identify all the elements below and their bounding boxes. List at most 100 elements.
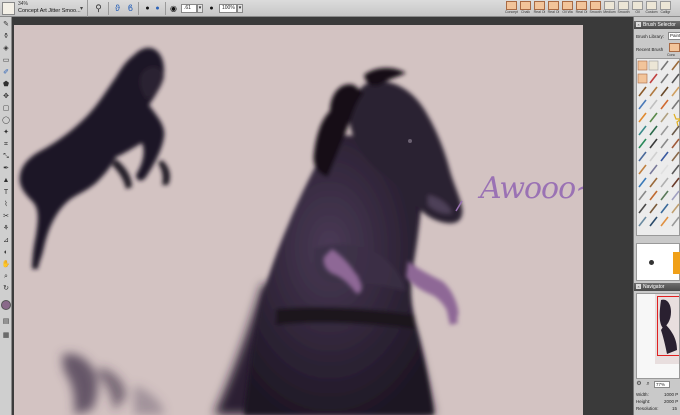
- navigator-preview[interactable]: [636, 293, 680, 379]
- recent-brush-item[interactable]: Oil Wa: [561, 1, 574, 16]
- brush-name-label: Concept Art Jitter Smoo...: [18, 8, 81, 14]
- brush-thumbnail: [520, 1, 531, 10]
- magnifier-icon[interactable]: ⌕: [1, 272, 11, 282]
- brush-thumbnail: [562, 1, 573, 10]
- brush-size-label: 34%: [18, 1, 29, 7]
- brush-ghost-icon[interactable]: ⚲: [92, 2, 105, 15]
- crop-tool-icon[interactable]: ⌗: [1, 140, 11, 150]
- recent-brush-label: Calligr: [660, 10, 671, 14]
- recent-brush-item[interactable]: Real Oi: [533, 1, 546, 16]
- text-tool-icon[interactable]: T: [1, 188, 11, 198]
- rotate-page-icon[interactable]: ↻: [1, 284, 11, 294]
- dodge-tool-icon[interactable]: ◐: [1, 248, 11, 258]
- magnifier-icon[interactable]: ⌕: [644, 380, 652, 388]
- paint-bucket-icon[interactable]: ◈: [1, 44, 11, 54]
- recent-brush-item[interactable]: Calligr: [659, 1, 672, 16]
- eraser-tool-icon[interactable]: ▭: [1, 56, 11, 66]
- stroke-type-alt-icon[interactable]: ϐ: [124, 2, 137, 15]
- separator: [165, 2, 166, 15]
- cloner-tool-icon[interactable]: ✂: [1, 212, 11, 222]
- chevron-down-icon[interactable]: ▾: [80, 5, 83, 12]
- recent-brush-thumbnail[interactable]: [669, 43, 680, 52]
- rectangle-select-icon[interactable]: ▢: [1, 104, 11, 114]
- zoom-field[interactable]: 77%: [654, 381, 670, 388]
- shape-select-icon[interactable]: ▲: [1, 176, 11, 186]
- property-bar: 34% Concept Art Jitter Smoo... ▾ ⚲ ϑ ϐ ●…: [0, 0, 680, 17]
- recent-brush-item[interactable]: Medium: [603, 1, 616, 16]
- canvas-right-margin: [583, 25, 633, 415]
- recent-brush-item[interactable]: Oil: [631, 1, 644, 16]
- recent-brush-label: Chalk: [521, 10, 530, 14]
- move-tool-icon[interactable]: ✥: [1, 92, 11, 102]
- recent-brush-label: Smooth: [617, 10, 630, 14]
- recent-brush-item[interactable]: Concept: [505, 1, 518, 16]
- separator: [138, 2, 139, 15]
- stroke-type-icon[interactable]: ϑ: [111, 2, 124, 15]
- pattern-selector-icon[interactable]: ▦: [1, 331, 11, 341]
- opacity-field[interactable]: 100%: [219, 4, 237, 13]
- recent-brush-label: Oil: [635, 10, 640, 14]
- brush-grid-row: [637, 60, 680, 71]
- resolution-label: Resolution:: [636, 406, 659, 411]
- brush-thumbnail: [604, 1, 615, 10]
- close-icon[interactable]: ×: [636, 22, 641, 27]
- transform-tool-icon[interactable]: ⤡: [1, 152, 11, 162]
- resolution-row: Resolution: 15: [636, 406, 680, 411]
- recent-brush-label: Recent Brush: [636, 47, 664, 52]
- main-color-swatch[interactable]: [1, 300, 11, 310]
- width-value: 1000 P: [664, 392, 679, 397]
- width-row: Width: 1000 P: [636, 392, 680, 397]
- brush-preview: [636, 243, 680, 281]
- recent-brush-item[interactable]: Chalk: [519, 1, 532, 16]
- height-label: Height:: [636, 399, 651, 404]
- perspective-guide-icon[interactable]: ⊿: [1, 236, 11, 246]
- navigator-options-icon[interactable]: ⚙: [635, 380, 643, 388]
- shape-pen-icon[interactable]: ⌇: [1, 200, 11, 210]
- dot-blue-icon[interactable]: ●: [151, 2, 164, 15]
- brush-thumbnail: [618, 1, 629, 10]
- current-brush-info[interactable]: 34% Concept Art Jitter Smoo... ▾: [0, 0, 88, 17]
- recent-brush-label: Smooth: [589, 10, 602, 14]
- brush-tool-icon[interactable]: ✎: [1, 20, 11, 30]
- recent-brush-item[interactable]: Real Oi: [575, 1, 588, 16]
- recent-brush-label: Real Oi: [533, 10, 546, 14]
- paper-selector-icon[interactable]: ▤: [1, 317, 11, 327]
- resolution-value: 15: [672, 406, 678, 411]
- recent-brush-item[interactable]: Custom: [645, 1, 658, 16]
- close-icon[interactable]: ×: [636, 284, 641, 289]
- recent-brush-label: Medium: [603, 10, 616, 14]
- recent-brush-item[interactable]: Smooth: [589, 1, 602, 16]
- sketch-horse: [19, 47, 170, 270]
- opacity-icon: ●: [209, 5, 214, 12]
- grabber-tool-icon[interactable]: ✋: [1, 260, 11, 270]
- drawing-canvas[interactable]: Awooo~!: [14, 25, 583, 415]
- recent-brush-thumb-label: Conc: [667, 53, 676, 57]
- dropper-tool-icon[interactable]: ⚱: [1, 32, 11, 42]
- rubber-stamp-icon[interactable]: ⚘: [1, 224, 11, 234]
- blend-tool-icon[interactable]: ✐: [1, 68, 11, 78]
- brush-thumbnail: [534, 1, 545, 10]
- magic-wand-icon[interactable]: ✦: [1, 128, 11, 138]
- height-row: Height: 2000 P: [636, 399, 680, 404]
- smudge-strokes: [62, 353, 164, 415]
- canvas-top-margin: [12, 17, 633, 25]
- opacity-stepper[interactable]: ▾: [237, 4, 243, 13]
- brush-thumbnail: [646, 1, 657, 10]
- shape-tool-icon[interactable]: ⬟: [1, 80, 11, 90]
- width-label: Width:: [636, 392, 649, 397]
- recent-brush-item[interactable]: Real Oi: [547, 1, 560, 16]
- navigator-view-frame[interactable]: [657, 296, 679, 356]
- recent-brush-item[interactable]: Smooth: [617, 1, 630, 16]
- size-stepper[interactable]: ▾: [197, 4, 203, 13]
- right-panels: Brush Selector × Brush Library: Paint Re…: [633, 17, 680, 415]
- brush-library-select[interactable]: Paint: [668, 32, 680, 40]
- brush-grid: [636, 58, 680, 236]
- lasso-tool-icon[interactable]: ◯: [1, 116, 11, 126]
- size-field[interactable]: .61: [181, 4, 197, 13]
- recent-brush-label: Custom: [645, 10, 658, 14]
- pen-tool-icon[interactable]: ✒: [1, 164, 11, 174]
- horse-painting: [19, 47, 463, 415]
- recent-brush-label: Oil Wa: [562, 10, 573, 14]
- brush-library-label: Brush Library:: [636, 34, 665, 39]
- color-preview-swatch[interactable]: [673, 252, 680, 274]
